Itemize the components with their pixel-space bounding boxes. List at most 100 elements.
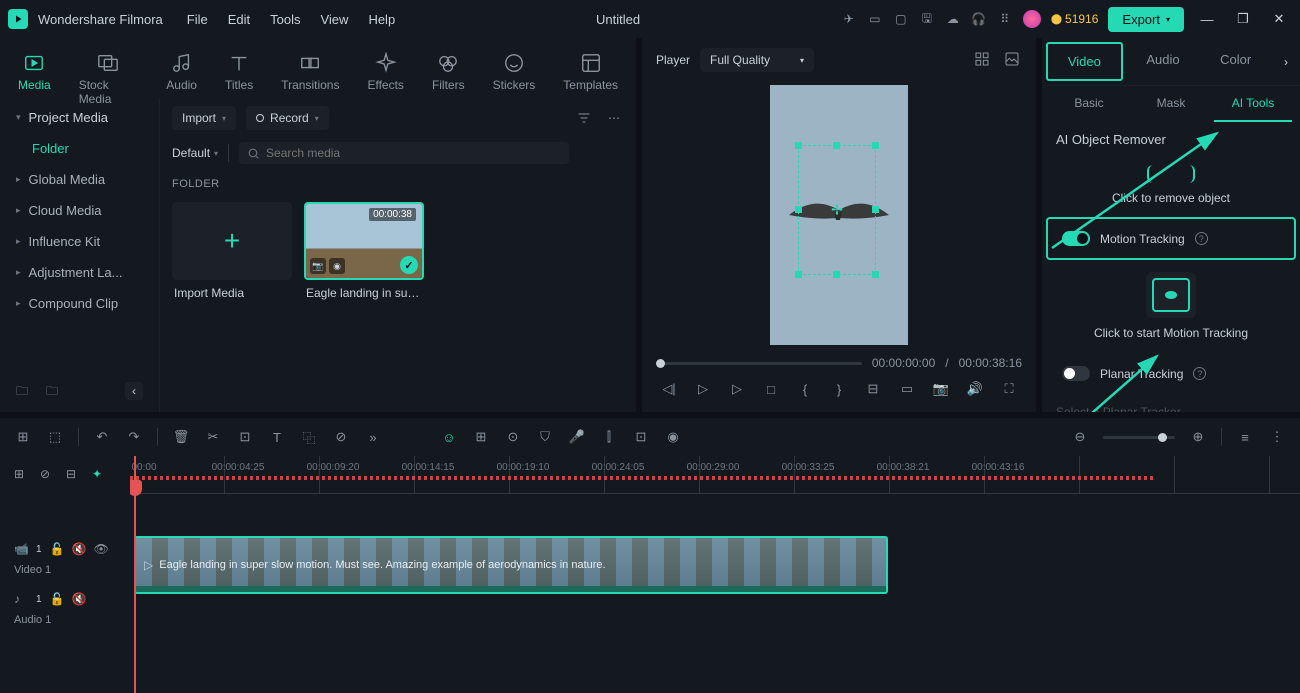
zoom-in-button[interactable]: ⊕ <box>1189 428 1207 446</box>
quality-dropdown[interactable]: Full Quality <box>700 48 814 72</box>
tab-effects[interactable]: Effects <box>367 48 403 92</box>
close-button[interactable]: ✕ <box>1266 11 1292 27</box>
record-dropdown[interactable]: Record <box>246 106 329 130</box>
prev-frame-button[interactable]: ◁| <box>660 380 678 398</box>
import-dropdown[interactable]: Import <box>172 106 236 130</box>
mute-icon[interactable]: 🔇 <box>72 592 86 606</box>
play-button[interactable]: ▷ <box>694 380 712 398</box>
undo-button[interactable]: ↶ <box>93 428 111 446</box>
avatar[interactable] <box>1023 10 1041 28</box>
timeline-ruler[interactable]: 00:00 00:00:04:25 00:00:09:20 00:00:14:1… <box>130 456 1300 494</box>
search-box[interactable] <box>239 142 569 164</box>
menu-file[interactable]: File <box>187 12 208 27</box>
fullscreen-button[interactable]: ⛶ <box>1000 380 1018 398</box>
sidebar-influence-kit[interactable]: Influence Kit <box>0 226 159 257</box>
effects-button[interactable]: ⊞ <box>472 428 490 446</box>
cut-button[interactable]: ✂ <box>204 428 222 446</box>
export-button[interactable]: Export▾ <box>1108 7 1184 32</box>
tab-transitions[interactable]: Transitions <box>281 48 339 92</box>
planar-tracking-toggle[interactable] <box>1062 366 1090 381</box>
sort-dropdown[interactable]: Default <box>172 146 218 160</box>
subtab-ai-tools[interactable]: AI Tools <box>1214 86 1292 122</box>
redo-button[interactable]: ↷ <box>125 428 143 446</box>
more-icon[interactable]: ⋯ <box>604 108 624 128</box>
mark-out-button[interactable]: } <box>830 380 848 398</box>
save-icon[interactable]: 🖫 <box>919 11 935 27</box>
new-folder-icon[interactable]: 🗀 <box>16 382 34 400</box>
crop-button[interactable]: ⊡ <box>236 428 254 446</box>
search-input[interactable] <box>266 146 561 160</box>
headphone-icon[interactable]: 🎧 <box>971 11 987 27</box>
link-button[interactable]: ⊘ <box>332 428 350 446</box>
delete-button[interactable]: 🗑 <box>172 428 190 446</box>
tab-media[interactable]: Media <box>18 48 51 92</box>
image-view-icon[interactable] <box>1004 51 1022 69</box>
ratio-icon[interactable]: ⊟ <box>864 380 882 398</box>
device-icon[interactable]: ▭ <box>867 11 883 27</box>
visibility-icon[interactable]: 👁 <box>94 542 108 556</box>
help-icon[interactable]: ? <box>1193 367 1206 380</box>
compare-icon[interactable]: ▭ <box>898 380 916 398</box>
sidebar-adjustment-layer[interactable]: Adjustment La... <box>0 257 159 288</box>
collapse-sidebar-button[interactable]: ‹ <box>125 382 143 400</box>
object-remover-hint[interactable]: Click to remove object <box>1112 191 1230 205</box>
cloud-icon[interactable]: ☁ <box>945 11 961 27</box>
grid-view-icon[interactable] <box>974 51 992 69</box>
audio-track-header[interactable]: ♪1 🔓 🔇 <box>0 586 130 612</box>
track-add-icon[interactable]: ⊞ <box>14 467 30 483</box>
maximize-button[interactable]: ❐ <box>1230 11 1256 27</box>
tab-filters[interactable]: Filters <box>432 48 465 92</box>
subtab-mask[interactable]: Mask <box>1132 86 1210 122</box>
group-button[interactable]: ⊡ <box>632 428 650 446</box>
media-clip-tile[interactable]: 00:00:38 📷◉ ✓ Eagle landing in super... <box>304 202 424 306</box>
stop-button[interactable]: □ <box>762 380 780 398</box>
text-button[interactable]: T <box>268 428 286 446</box>
motion-tracking-hint[interactable]: Click to start Motion Tracking <box>1094 326 1248 340</box>
apps-icon[interactable]: ⠿ <box>997 11 1013 27</box>
track-auto-icon[interactable]: ✦ <box>92 467 108 483</box>
mic-button[interactable]: 🎤 <box>568 428 586 446</box>
menu-edit[interactable]: Edit <box>228 12 250 27</box>
track-link-icon[interactable]: ⊘ <box>40 467 56 483</box>
list-button[interactable]: ≡ <box>1236 428 1254 446</box>
tracking-box[interactable]: ✢ <box>798 145 876 275</box>
video-clip[interactable]: ▷ Eagle landing in super slow motion. Mu… <box>134 536 888 594</box>
minimize-button[interactable]: — <box>1194 12 1220 27</box>
tab-audio[interactable]: Audio <box>166 48 197 92</box>
volume-button[interactable]: 🔊 <box>966 380 984 398</box>
next-tab-button[interactable]: › <box>1272 38 1300 85</box>
motion-tracking-icon[interactable] <box>1146 272 1196 318</box>
zoom-slider[interactable] <box>1103 436 1175 439</box>
sidebar-project-media[interactable]: Project Media <box>0 102 159 133</box>
zoom-out-button[interactable]: ⊖ <box>1071 428 1089 446</box>
send-icon[interactable]: ✈ <box>841 11 857 27</box>
tab-audio-props[interactable]: Audio <box>1127 38 1200 85</box>
scrubber[interactable] <box>656 362 862 365</box>
filter-icon[interactable] <box>574 108 594 128</box>
tab-video[interactable]: Video <box>1046 42 1123 81</box>
screen-icon[interactable]: ▢ <box>893 11 909 27</box>
play-forward-button[interactable]: ▷ <box>728 380 746 398</box>
subtab-basic[interactable]: Basic <box>1050 86 1128 122</box>
tab-titles[interactable]: Titles <box>225 48 253 92</box>
credits-badge[interactable]: 51916 <box>1051 12 1099 26</box>
import-media-tile[interactable]: + Import Media <box>172 202 292 306</box>
sidebar-compound-clip[interactable]: Compound Clip <box>0 288 159 319</box>
mark-in-button[interactable]: { <box>796 380 814 398</box>
shield-button[interactable]: ⛉ <box>536 428 554 446</box>
help-icon[interactable]: ? <box>1195 232 1208 245</box>
snapshot-button[interactable]: 📷 <box>932 380 950 398</box>
preview-frame[interactable]: ✢ <box>770 85 908 345</box>
lock-icon[interactable]: 🔓 <box>50 592 64 606</box>
sidebar-cloud-media[interactable]: Cloud Media <box>0 195 159 226</box>
sidebar-folder[interactable]: Folder <box>0 133 159 164</box>
menu-view[interactable]: View <box>320 12 348 27</box>
object-remover-icon[interactable] <box>1147 165 1195 183</box>
video-track-header[interactable]: 📹1 🔓 🔇 👁 <box>0 536 130 562</box>
lock-icon[interactable]: 🔓 <box>50 542 64 556</box>
ai-button[interactable]: ☺ <box>440 428 458 446</box>
playhead[interactable] <box>134 456 136 693</box>
motion-tracking-toggle[interactable] <box>1062 231 1090 246</box>
settings-button[interactable]: ⋮ <box>1268 428 1286 446</box>
new-bin-icon[interactable]: 🗀 <box>46 382 64 400</box>
